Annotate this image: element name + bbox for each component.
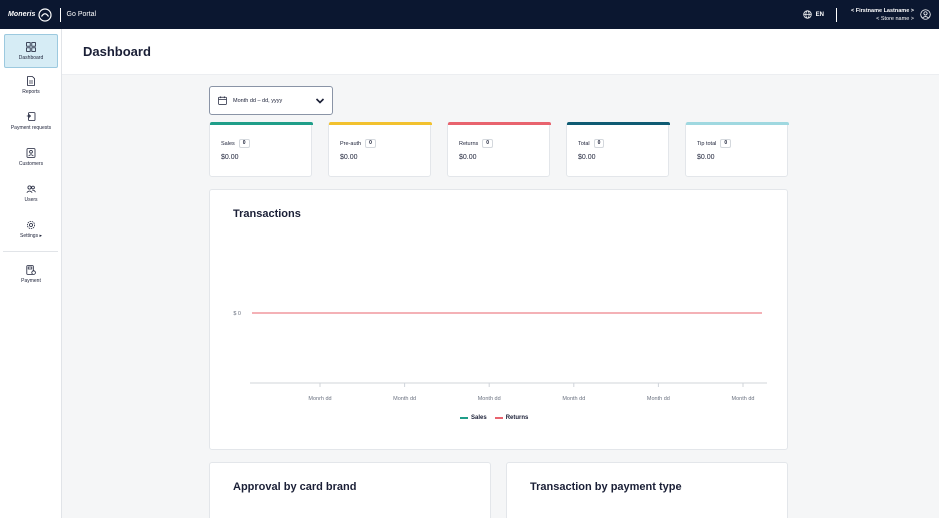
x-tick-label: Month dd [647,396,670,402]
reports-icon [27,76,35,86]
page-header: Dashboard [62,29,939,75]
brand-divider [59,7,61,22]
card-count-badge: 0 [720,139,732,148]
legend-label: Returns [505,415,529,421]
user-avatar-icon[interactable] [920,9,931,20]
x-tick-label: Month dd [732,396,755,402]
top-divider [836,7,838,22]
sidebar-item-label: Users [24,196,38,203]
sidebar-item-label: Customers [18,160,44,167]
summary-card-sales: Sales 0 $0.00 [209,122,313,177]
card-label: Pre-auth [340,140,362,147]
summary-card-tip-total: Tip total 0 $0.00 [685,122,789,177]
sidebar-item-dashboard[interactable]: Dashboard [4,34,58,68]
payment-requests-icon [26,111,36,121]
legend-item-sales[interactable]: Sales [460,415,487,421]
summary-card-returns: Returns 0 $0.00 [447,122,551,177]
card-count-badge: 0 [593,139,605,148]
x-tick-label: Month dd [478,396,501,402]
store-name: < Store name > [876,15,914,22]
x-tick-label: Month dd [562,396,585,402]
top-bar: Moneris Go Portal EN < Firstname Lastnam… [0,0,939,29]
card-count-badge: 0 [365,139,376,148]
card-amount: $0.00 [697,154,715,161]
card-amount: $0.00 [340,154,358,161]
chevron-down-icon [315,98,325,104]
language-switcher[interactable]: EN [802,10,825,19]
sidebar-item-label: Reports [22,89,40,95]
sidebar: Dashboard Reports Payment requests Custo… [0,29,62,518]
globe-icon [802,10,812,19]
legend-swatch [494,417,503,419]
card-label: Returns [459,140,479,147]
card-amount: $0.00 [459,154,477,161]
date-range-picker[interactable]: Month dd – dd, yyyy [209,86,333,115]
approval-by-card-brand-panel: Approval by card brand [209,462,491,518]
card-accent-bar [686,122,789,125]
sidebar-item-payment[interactable]: Payment [4,256,58,292]
card-accent-bar [210,122,313,125]
calendar-icon [218,96,227,105]
gear-icon [27,220,35,229]
page-title: Dashboard [83,44,151,59]
card-label: Total [578,140,590,147]
payment-type-title: Transaction by payment type [530,481,682,493]
legend-label: Sales [471,415,487,421]
y-tick-label: $ 0 [233,311,241,317]
summary-card-pre-auth: Pre-auth 0 $0.00 [328,122,432,177]
moneris-logo-icon [37,7,52,22]
card-count-badge: 0 [482,139,494,148]
sidebar-item-label: Settings ▸ [20,232,42,239]
user-menu[interactable]: < Firstname Lastname > < Store name > [851,7,914,23]
x-tick-label: Monrh dd [308,396,331,402]
card-amount: $0.00 [578,154,596,161]
language-label: EN [815,11,825,18]
approval-title: Approval by card brand [233,481,357,493]
legend-swatch [460,417,468,419]
sidebar-item-label: Dashboard [18,54,44,61]
card-amount: $0.00 [221,154,239,161]
sidebar-divider [3,251,58,252]
sidebar-item-settings[interactable]: Settings ▸ [4,211,58,247]
legend-item-returns[interactable]: Returns [494,415,529,421]
date-range-value: Month dd – dd, yyyy [233,97,283,104]
product-name: Go Portal [66,11,97,18]
customers-icon [26,147,36,158]
brand[interactable]: Moneris Go Portal [0,0,96,29]
sidebar-item-payment-requests[interactable]: Payment requests [4,103,58,139]
summary-card-total: Total 0 $0.00 [566,122,670,177]
sidebar-item-reports[interactable]: Reports [4,68,58,103]
sidebar-item-label: Payment requests [10,124,52,131]
dashboard-icon [26,41,36,52]
payment-icon [26,264,36,275]
brand-logo-text: Moneris [8,11,36,18]
users-icon [26,184,36,193]
x-tick-label: Month dd [393,396,416,402]
card-accent-bar [329,122,432,125]
card-label: Sales [221,140,235,147]
transaction-by-payment-type-panel: Transaction by payment type [506,462,788,518]
user-name: < Firstname Lastname > [851,7,914,14]
card-label: Tip total [697,140,717,147]
transactions-panel: Transactions $ 0 Monrh dd Month dd Month dd… [209,189,788,450]
card-accent-bar [448,122,551,125]
transactions-chart: $ 0 Monrh dd Month dd Month dd Month dd Month… [233,311,767,402]
sidebar-item-customers[interactable]: Customers [4,139,58,175]
sidebar-item-users[interactable]: Users [4,175,58,211]
chart-legend: Sales Returns [460,415,536,421]
card-count-badge: 0 [238,139,250,148]
card-accent-bar [567,122,670,125]
sidebar-item-label: Payment [21,277,41,284]
